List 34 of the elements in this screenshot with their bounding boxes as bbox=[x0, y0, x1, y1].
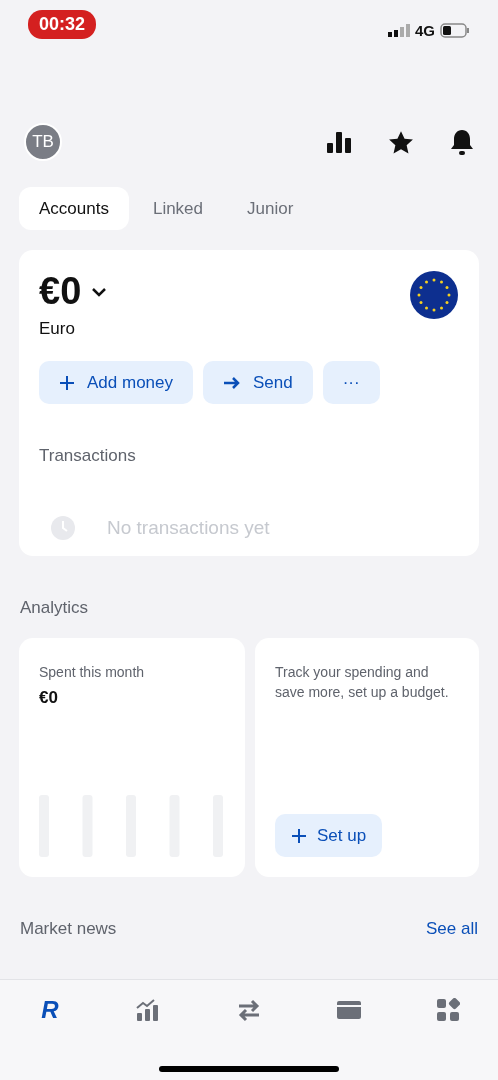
section-title: Market news bbox=[20, 919, 117, 939]
chevron-down-icon bbox=[91, 286, 108, 297]
card-icon bbox=[335, 1000, 362, 1020]
more-button[interactable]: ··· bbox=[322, 361, 380, 404]
nav-tab[interactable]: R bbox=[29, 996, 70, 1024]
tab[interactable]: Junior bbox=[227, 187, 314, 230]
add-money-button[interactable]: Add money bbox=[39, 361, 193, 404]
bar-chart-icon[interactable] bbox=[326, 131, 352, 153]
plus-icon bbox=[59, 374, 75, 391]
avatar[interactable]: TB bbox=[24, 123, 62, 161]
balance-selector[interactable]: €0 bbox=[39, 270, 108, 313]
recording-time: 00:32 bbox=[28, 9, 97, 39]
currency-name: Euro bbox=[39, 319, 75, 339]
star-icon[interactable] bbox=[388, 129, 414, 155]
arrow-right-icon bbox=[223, 375, 241, 390]
grid-icon bbox=[436, 998, 461, 1022]
empty-message: No transactions yet bbox=[107, 517, 270, 539]
spent-label: Spent this month bbox=[39, 663, 146, 682]
section-title: Analytics bbox=[19, 598, 90, 618]
send-button[interactable]: Send bbox=[203, 361, 313, 404]
see-all-link[interactable]: See all bbox=[426, 919, 478, 939]
spending-card[interactable]: Spent this month €0 bbox=[19, 638, 245, 877]
tab[interactable]: Accounts bbox=[19, 187, 129, 230]
bell-icon[interactable] bbox=[450, 128, 474, 156]
budget-text: Track your spending and save more, set up a budget. bbox=[275, 663, 450, 702]
battery-icon bbox=[440, 22, 470, 38]
network-type: 4G bbox=[415, 21, 435, 39]
spent-value: €0 bbox=[39, 688, 59, 708]
signal-icon bbox=[388, 23, 410, 37]
tab[interactable]: Linked bbox=[132, 187, 224, 230]
plus-icon bbox=[291, 827, 307, 844]
set-up-button[interactable]: Set up bbox=[275, 814, 383, 857]
transactions-heading: Transactions bbox=[39, 446, 137, 466]
flag-icon bbox=[409, 270, 459, 320]
